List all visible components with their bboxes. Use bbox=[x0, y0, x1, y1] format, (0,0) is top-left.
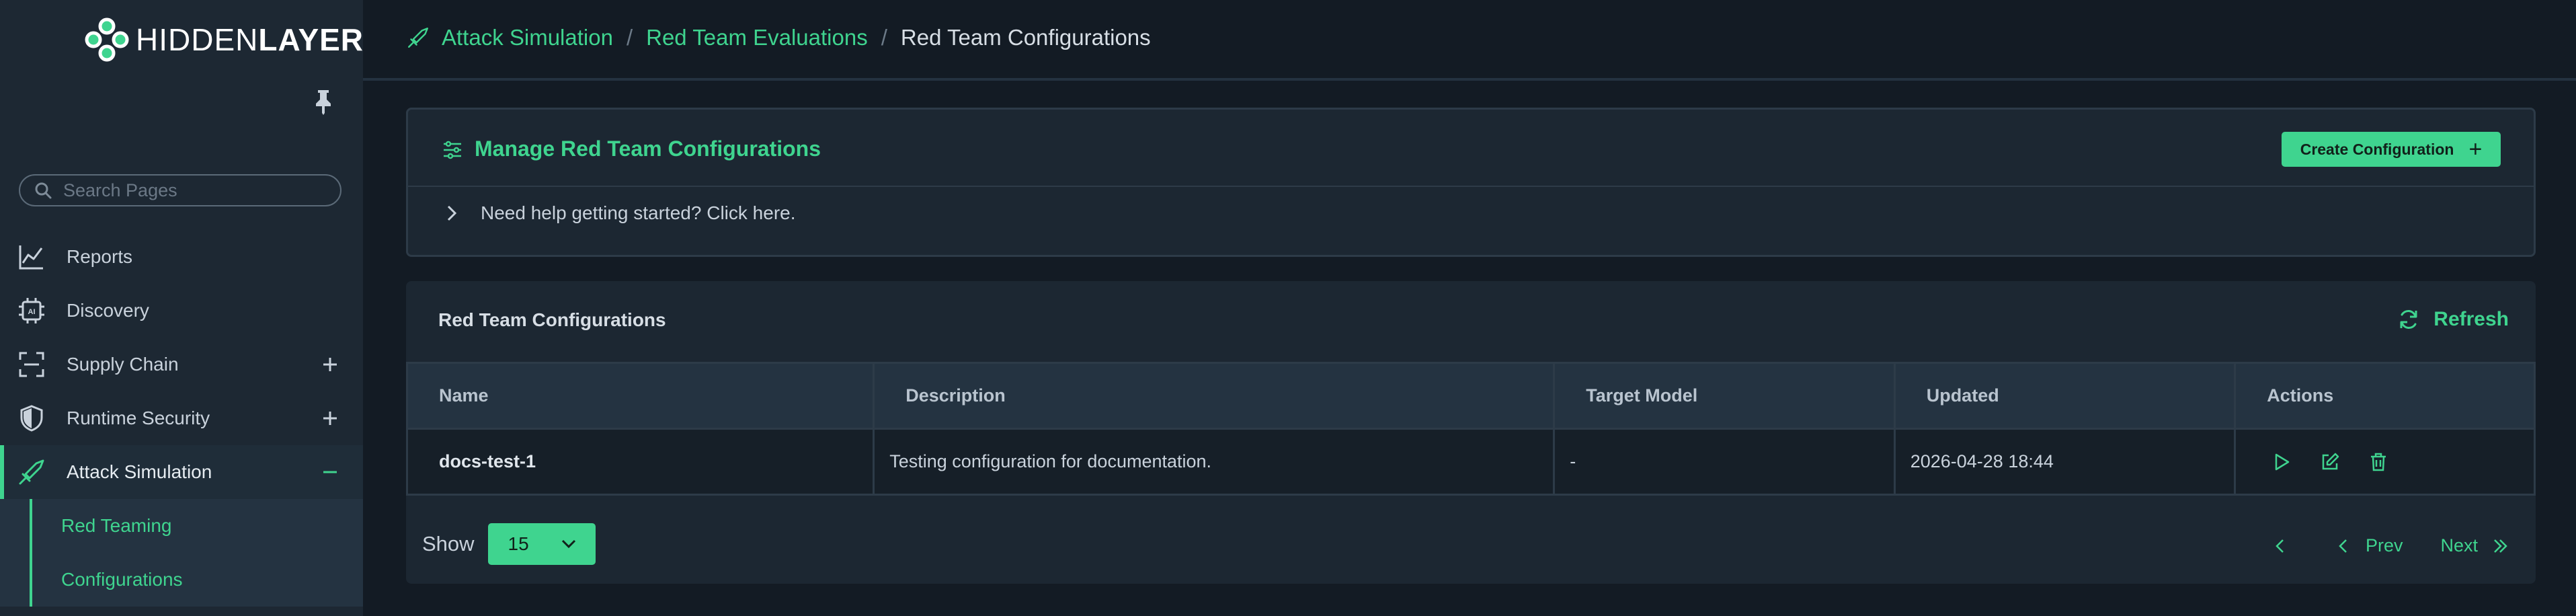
sidebar-item-label: Reports bbox=[67, 246, 133, 267]
pin-icon[interactable] bbox=[313, 89, 334, 116]
help-text: Need help getting started? Click here. bbox=[481, 202, 796, 223]
column-header-name[interactable]: Name bbox=[405, 362, 875, 430]
search-input[interactable] bbox=[63, 180, 332, 201]
cell-description: Testing configuration for documentation. bbox=[873, 428, 1556, 496]
double-chevron-right-icon bbox=[2494, 539, 2507, 553]
cell-target-model: - bbox=[1553, 428, 1896, 496]
next-label: Next bbox=[2440, 535, 2478, 555]
search-pages[interactable] bbox=[19, 174, 341, 206]
prev-button[interactable]: Prev bbox=[2335, 535, 2403, 556]
refresh-label: Refresh bbox=[2433, 308, 2509, 330]
chevron-left-icon bbox=[2339, 539, 2347, 553]
sidebar-item-attack-simulation[interactable]: Attack Simulation bbox=[0, 445, 363, 499]
configurations-table: Name Description Target Model Updated Ac… bbox=[405, 362, 2536, 496]
next-button[interactable]: Next bbox=[2440, 535, 2509, 556]
sidebar-item-runtime-security[interactable]: Runtime Security bbox=[0, 391, 363, 445]
configurations-table-panel: Red Team Configurations Refresh Name Des… bbox=[405, 281, 2536, 584]
run-icon[interactable] bbox=[2271, 451, 2292, 473]
sidebar-subitem-label: Red Teaming bbox=[61, 515, 172, 536]
sidebar-item-discovery[interactable]: AI Discovery bbox=[0, 284, 363, 338]
cell-actions bbox=[2234, 428, 2536, 496]
sidebar-item-label: Attack Simulation bbox=[67, 461, 212, 482]
sidebar-subitem-label: Configurations bbox=[61, 569, 183, 590]
chevron-down-icon bbox=[561, 539, 575, 549]
search-icon bbox=[35, 182, 52, 199]
sidebar-item-label: Discovery bbox=[67, 300, 149, 321]
edit-icon[interactable] bbox=[2319, 451, 2341, 473]
page-size-select[interactable]: 15 bbox=[487, 523, 596, 565]
line-chart-icon bbox=[19, 245, 43, 270]
logo-icon bbox=[85, 17, 129, 62]
sword-icon bbox=[408, 28, 428, 48]
create-configuration-label: Create Configuration bbox=[2300, 140, 2454, 158]
sidebar-item-label: Runtime Security bbox=[67, 408, 210, 428]
chevron-left-icon[interactable] bbox=[2271, 537, 2289, 555]
chevron-right-icon bbox=[447, 205, 457, 221]
breadcrumb-red-team-evaluations[interactable]: Red Team Evaluations bbox=[646, 25, 868, 50]
panel-title: Manage Red Team Configurations bbox=[475, 137, 821, 161]
help-expander[interactable]: Need help getting started? Click here. bbox=[442, 198, 796, 228]
sidebar-subitem-configurations[interactable]: Configurations bbox=[0, 553, 363, 607]
page-size-control: Show 15 bbox=[422, 523, 596, 565]
plus-icon: + bbox=[2468, 137, 2483, 162]
cell-name[interactable]: docs-test-1 bbox=[405, 428, 875, 496]
minus-icon[interactable] bbox=[319, 461, 341, 483]
logo-wordmark: HIDDENLAYER bbox=[136, 22, 364, 57]
breadcrumb-separator: / bbox=[626, 25, 633, 50]
column-header-actions: Actions bbox=[2234, 362, 2536, 430]
shield-icon bbox=[20, 405, 43, 432]
refresh-icon bbox=[2400, 310, 2417, 329]
panel-title-row: Manage Red Team Configurations Create Co… bbox=[408, 110, 2534, 187]
table-footer: Show 15 Prev Next bbox=[406, 495, 2536, 584]
plus-icon[interactable] bbox=[319, 408, 341, 429]
cell-updated: 2026-04-28 18:44 bbox=[1893, 428, 2237, 496]
pagination: Prev Next bbox=[2271, 535, 2509, 556]
page-size-value: 15 bbox=[508, 533, 529, 554]
sword-icon bbox=[19, 459, 44, 485]
svg-text:AI: AI bbox=[28, 308, 36, 316]
hiddenlayer-logo[interactable]: HIDDENLAYER bbox=[85, 17, 364, 62]
sidebar-item-label: Supply Chain bbox=[67, 354, 179, 375]
column-header-updated[interactable]: Updated bbox=[1893, 362, 2237, 430]
breadcrumb-attack-simulation[interactable]: Attack Simulation bbox=[442, 25, 613, 50]
create-configuration-button[interactable]: Create Configuration + bbox=[2282, 132, 2501, 167]
table-row[interactable]: docs-test-1 Testing configuration for do… bbox=[405, 428, 2536, 496]
column-header-description[interactable]: Description bbox=[873, 362, 1556, 430]
sidebar-item-supply-chain[interactable]: Supply Chain bbox=[0, 338, 363, 391]
show-label: Show bbox=[422, 532, 475, 555]
sidebar-item-reports[interactable]: Reports bbox=[0, 230, 363, 284]
table-panel-title: Red Team Configurations bbox=[438, 309, 666, 330]
prev-label: Prev bbox=[2365, 535, 2403, 555]
table-header-row: Name Description Target Model Updated Ac… bbox=[405, 362, 2536, 430]
scan-frame-icon bbox=[19, 352, 44, 377]
delete-icon[interactable] bbox=[2368, 451, 2389, 473]
sidebar-subitem-red-teaming[interactable]: Red Teaming bbox=[0, 499, 363, 553]
breadcrumb: Attack Simulation / Red Team Evaluations… bbox=[407, 25, 1151, 50]
manage-configurations-panel: Manage Red Team Configurations Create Co… bbox=[406, 108, 2536, 257]
refresh-button[interactable]: Refresh bbox=[2397, 308, 2509, 331]
sliders-icon bbox=[444, 141, 461, 159]
breadcrumb-separator: / bbox=[881, 25, 887, 50]
column-header-target-model[interactable]: Target Model bbox=[1553, 362, 1896, 430]
sidebar: HIDDENLAYER Reports AI Discovery Supply … bbox=[0, 0, 363, 616]
ai-chip-icon: AI bbox=[19, 298, 44, 323]
plus-icon[interactable] bbox=[319, 354, 341, 375]
top-header: Attack Simulation / Red Team Evaluations… bbox=[363, 0, 2576, 81]
breadcrumb-current: Red Team Configurations bbox=[900, 25, 1151, 50]
